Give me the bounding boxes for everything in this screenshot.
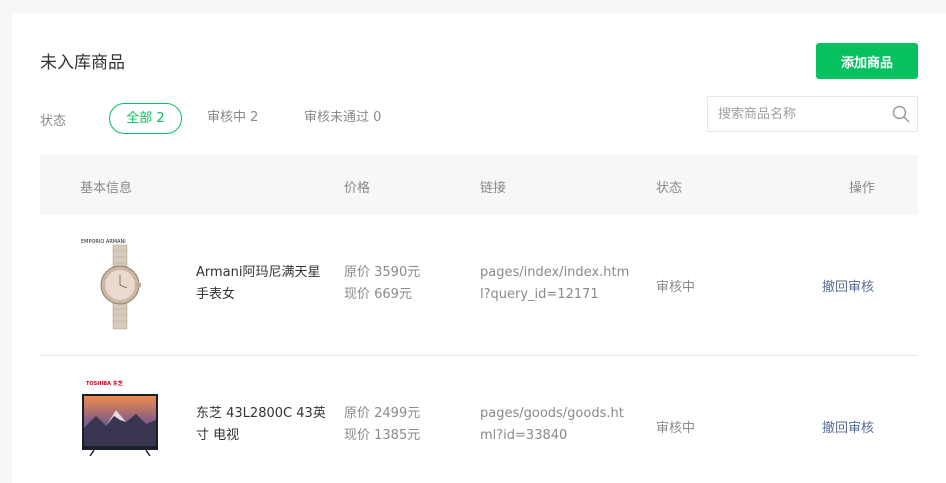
status-text: 审核中 xyxy=(656,421,696,436)
tv-brand-text: TOSHIBA 东芝 xyxy=(86,380,123,387)
tv-product-image: TOSHIBA 东芝 xyxy=(82,380,158,457)
header-basic-info: 基本信息 xyxy=(80,181,133,196)
header-status: 状态 xyxy=(656,181,683,196)
header-link: 链接 xyxy=(480,181,507,196)
filter-tab-reviewing[interactable]: 审核中 2 xyxy=(207,103,258,133)
search-box xyxy=(707,96,918,132)
filter-tab-all[interactable]: 全部 2 xyxy=(109,103,182,134)
header-price: 价格 xyxy=(344,181,371,196)
header-action: 操作 xyxy=(849,181,876,196)
search-input[interactable] xyxy=(718,97,888,131)
withdraw-review-link[interactable]: 撤回审核 xyxy=(822,417,874,436)
status-filter-label: 状态 xyxy=(40,114,67,129)
status-text: 审核中 xyxy=(656,280,696,295)
table-row: TOSHIBA 东芝 东芝 43L2800C 43英寸 电视 原价 2499元 … xyxy=(40,356,918,483)
page-title: 未入库商品 xyxy=(40,53,125,73)
filter-tab-rejected[interactable]: 审核未通过 0 xyxy=(304,103,381,133)
table-row: EMPORIO ARMANI Armani阿玛尼满天星手表女 原价 3590元 … xyxy=(40,215,918,355)
product-name: 东芝 43L2800C 43英寸 电视 xyxy=(196,406,326,443)
product-link: pages/goods/goods.html?id=33840 xyxy=(480,406,624,443)
withdraw-review-link[interactable]: 撤回审核 xyxy=(822,276,874,295)
current-price: 现价 669元 xyxy=(344,287,412,302)
current-price: 现价 1385元 xyxy=(344,428,421,443)
table-header: 基本信息 价格 链接 状态 操作 xyxy=(40,155,918,215)
add-product-button[interactable]: 添加商品 xyxy=(816,43,918,79)
product-name: Armani阿玛尼满天星手表女 xyxy=(196,265,321,302)
watch-brand-text: EMPORIO ARMANI xyxy=(81,239,126,245)
watch-product-image: EMPORIO ARMANI xyxy=(81,239,141,330)
search-icon[interactable] xyxy=(892,105,910,123)
original-price: 原价 3590元 xyxy=(344,265,421,280)
product-link: pages/index/index.html?query_id=12171 xyxy=(480,265,630,302)
original-price: 原价 2499元 xyxy=(344,406,421,421)
